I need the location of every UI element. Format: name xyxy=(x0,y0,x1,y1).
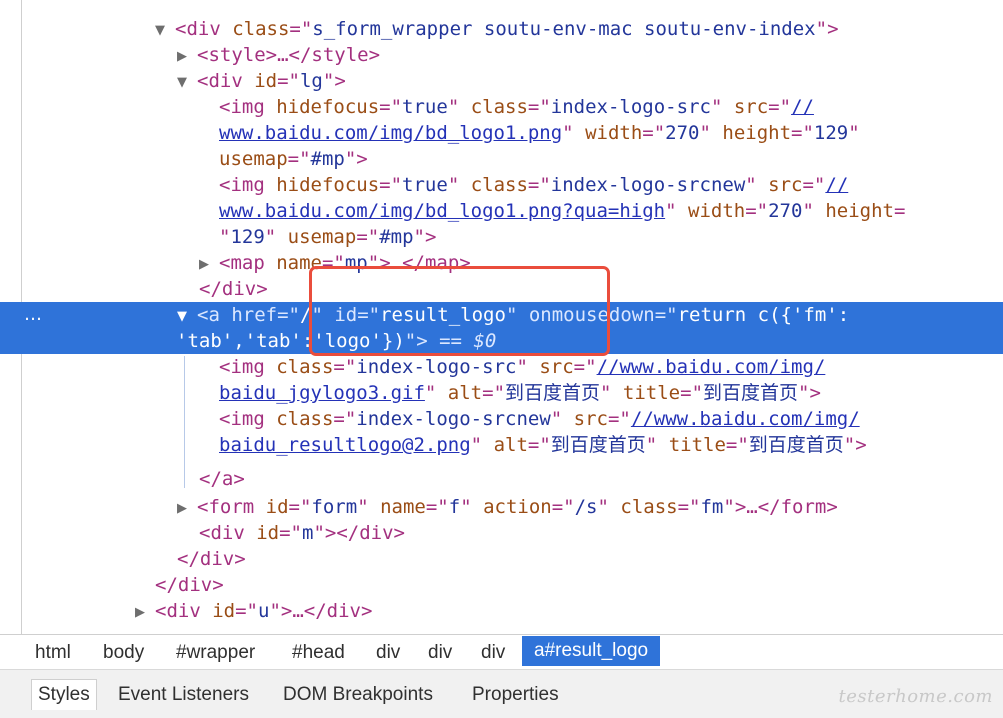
tab-properties[interactable]: Properties xyxy=(472,680,559,710)
tab-event-listeners[interactable]: Event Listeners xyxy=(118,680,249,710)
breadcrumb-div[interactable]: div xyxy=(481,640,505,666)
breadcrumb-result-logo[interactable]: a#result_logo xyxy=(522,636,661,666)
watermark: testerhome.com xyxy=(838,686,993,707)
child-guide-line xyxy=(184,356,185,488)
src-link[interactable]: www.baidu.com/img/bd_logo1.png xyxy=(219,122,562,144)
tab-styles[interactable]: Styles xyxy=(31,679,97,710)
tree-line[interactable]: usemap="#mp"> xyxy=(219,146,1003,172)
expand-triangle-icon[interactable]: ▼ xyxy=(177,70,197,96)
breadcrumb: html body #wrapper #head div div div a#r… xyxy=(0,634,1003,670)
src-link[interactable]: baidu_jgylogo3.gif xyxy=(219,382,425,404)
tree-line[interactable]: "129" usemap="#mp"> xyxy=(219,224,1003,250)
breadcrumb-body[interactable]: body xyxy=(103,640,144,666)
collapsed-triangle-icon[interactable]: ▶ xyxy=(177,44,197,70)
src-link[interactable]: //www.baidu.com/img/ xyxy=(597,356,826,378)
src-link[interactable]: // xyxy=(825,174,848,196)
tree-line[interactable]: <img class="index-logo-src" src="//www.b… xyxy=(219,354,1003,380)
tree-line[interactable]: <img hidefocus="true" class="index-logo-… xyxy=(219,172,1003,198)
tree-line[interactable]: www.baidu.com/img/bd_logo1.png?qua=high"… xyxy=(219,198,1003,224)
annotation-highlight-box xyxy=(309,266,610,356)
collapsed-triangle-icon[interactable]: ▶ xyxy=(199,252,219,278)
collapsed-triangle-icon[interactable]: ▶ xyxy=(135,600,155,626)
tree-line[interactable]: ▶ <div id="u">…</div> xyxy=(135,598,1003,624)
tree-line[interactable]: baidu_resultlogo@2.png" alt="到百度首页" titl… xyxy=(219,432,1003,458)
tab-dom-breakpoints[interactable]: DOM Breakpoints xyxy=(283,680,433,710)
src-link[interactable]: www.baidu.com/img/bd_logo1.png?qua=high xyxy=(219,200,665,222)
breadcrumb-html[interactable]: html xyxy=(35,640,71,666)
tree-line[interactable]: ▶ <style>…</style> xyxy=(177,42,1003,68)
breadcrumb-div[interactable]: div xyxy=(428,640,452,666)
src-link[interactable]: baidu_resultlogo@2.png xyxy=(219,434,471,456)
expand-triangle-icon[interactable]: ▼ xyxy=(177,304,197,330)
tree-line[interactable]: www.baidu.com/img/bd_logo1.png" width="2… xyxy=(219,120,1003,146)
tree-line[interactable]: <img class="index-logo-srcnew" src="//ww… xyxy=(219,406,1003,432)
tree-line[interactable]: </a> xyxy=(199,466,1003,492)
tree-line[interactable]: ▶ <form id="form" name="f" action="/s" cl… xyxy=(177,494,1003,520)
tree-line[interactable]: </div> xyxy=(177,546,1003,572)
src-link[interactable]: //www.baidu.com/img/ xyxy=(631,408,860,430)
breadcrumb-wrapper[interactable]: #wrapper xyxy=(176,640,255,666)
tree-line[interactable]: ▼ <div class="s_form_wrapper soutu-env-ma… xyxy=(155,16,1003,42)
expand-triangle-icon[interactable]: ▼ xyxy=(155,18,175,44)
sidebar-tab-bar: Styles Event Listeners DOM Breakpoints P… xyxy=(0,670,1003,718)
breadcrumb-head[interactable]: #head xyxy=(292,640,345,666)
tree-line[interactable]: <img hidefocus="true" class="index-logo-… xyxy=(219,94,1003,120)
more-options-icon[interactable]: … xyxy=(24,302,42,328)
breadcrumb-div[interactable]: div xyxy=(376,640,400,666)
tree-line[interactable]: baidu_jgylogo3.gif" alt="到百度首页" title="到… xyxy=(219,380,1003,406)
tree-line[interactable]: ▼ <div id="lg"> xyxy=(177,68,1003,94)
elements-tree: ▼ <div class="s_form_wrapper soutu-env-ma… xyxy=(0,0,1003,634)
tree-line[interactable]: <div id="m"></div> xyxy=(199,520,1003,546)
src-link[interactable]: // xyxy=(791,96,814,118)
tree-line[interactable]: </div> xyxy=(155,572,1003,598)
collapsed-triangle-icon[interactable]: ▶ xyxy=(177,496,197,522)
